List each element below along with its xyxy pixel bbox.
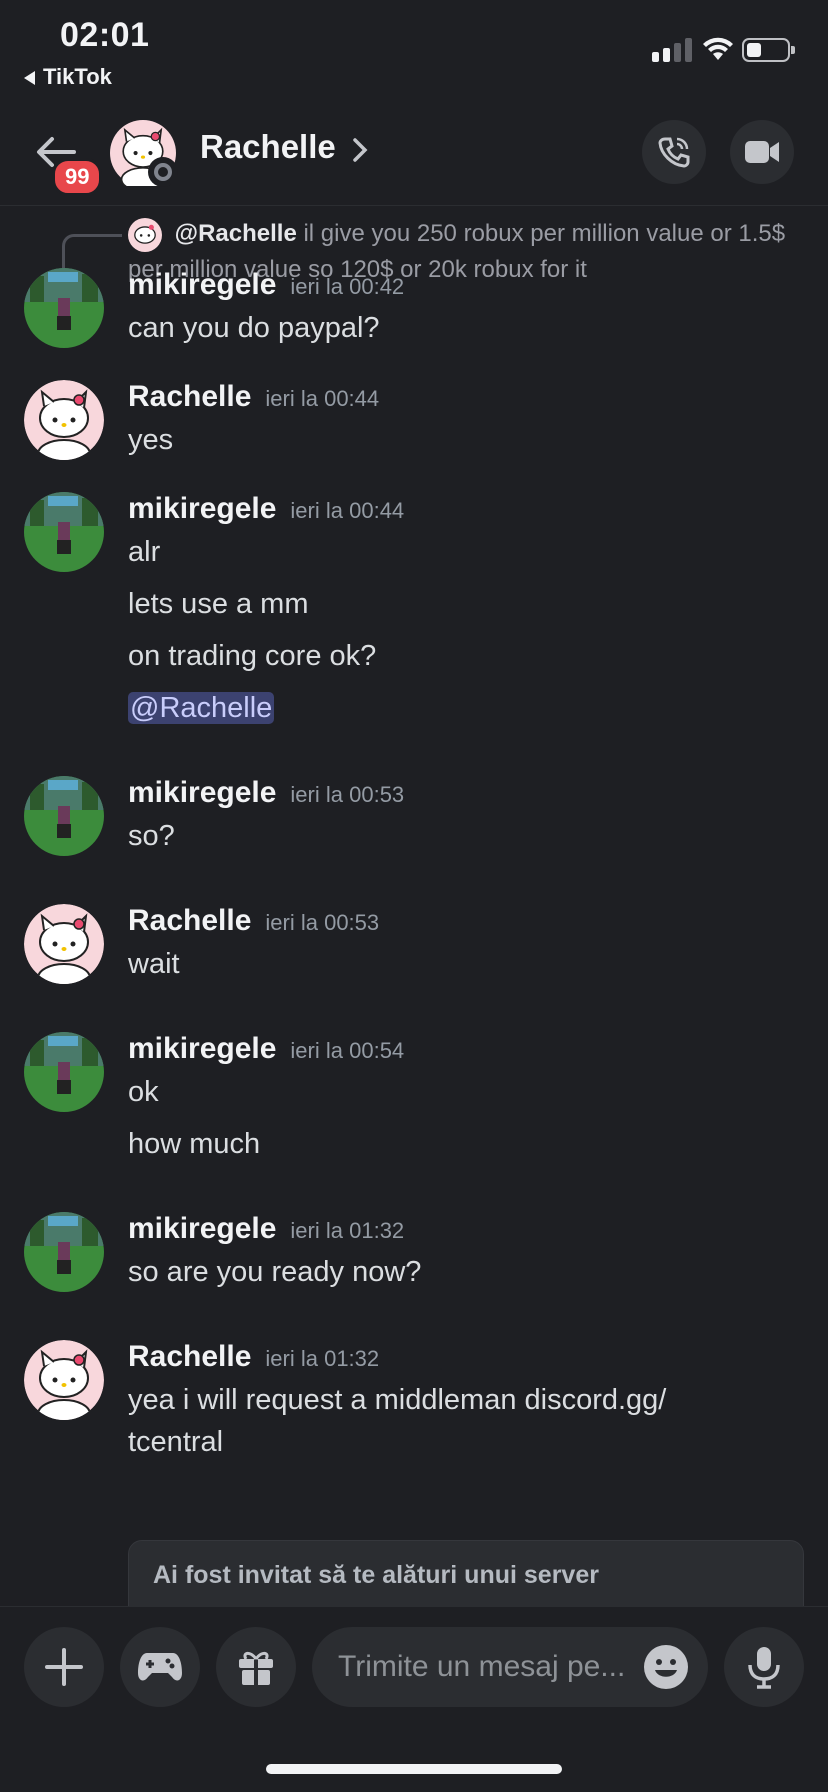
message-text: so are you ready now? <box>128 1256 422 1288</box>
home-indicator[interactable] <box>266 1764 562 1774</box>
offline-status-icon <box>148 157 178 187</box>
author-name[interactable]: mikiregele <box>128 1032 276 1065</box>
back-triangle-icon <box>24 71 35 86</box>
author-name[interactable]: Rachelle <box>128 380 251 413</box>
add-attachment-button[interactable] <box>24 1627 104 1707</box>
message-text: wait <box>128 948 180 980</box>
author-name[interactable]: mikiregele <box>128 492 276 525</box>
hello-kitty-avatar[interactable] <box>24 380 104 460</box>
activities-button[interactable] <box>120 1627 200 1707</box>
roblox-avatar[interactable] <box>24 776 104 856</box>
plus-icon <box>45 1648 83 1686</box>
message-text: yea i will request a middleman discord.g… <box>128 1384 667 1416</box>
message-text: lets use a mm <box>128 588 309 620</box>
status-bar: 02:01 TikTok <box>0 0 828 96</box>
invite-title: Ai fost invitat să te alături unui serve… <box>153 1561 599 1589</box>
timestamp: ieri la 00:53 <box>290 782 405 807</box>
message-text: can you do paypal? <box>128 312 380 344</box>
message-input[interactable] <box>338 1645 638 1689</box>
message-text: so? <box>128 820 175 852</box>
author-name[interactable]: mikiregele <box>128 776 276 809</box>
message-input-container[interactable] <box>312 1627 708 1707</box>
server-invite-card[interactable]: Ai fost invitat să te alături unui serve… <box>128 1540 804 1606</box>
chevron-right-icon[interactable] <box>350 136 370 164</box>
message-text: ok <box>128 1076 159 1108</box>
back-app-label: TikTok <box>43 64 112 89</box>
video-call-button[interactable] <box>730 120 794 184</box>
author-name[interactable]: Rachelle <box>128 1340 251 1373</box>
wifi-icon <box>703 37 733 60</box>
voice-call-button[interactable] <box>642 120 706 184</box>
message-mention-line: @Rachelle <box>128 688 275 728</box>
signal-icon <box>652 38 692 62</box>
author-name[interactable]: mikiregele <box>128 268 276 301</box>
message-text: tcentral <box>128 1426 224 1458</box>
unread-badge: 99 <box>52 158 103 196</box>
timestamp: ieri la 00:42 <box>290 274 405 299</box>
roblox-avatar[interactable] <box>24 1212 104 1292</box>
gamepad-icon <box>138 1653 182 1681</box>
gift-icon <box>239 1651 273 1685</box>
clock: 02:01 <box>60 16 150 54</box>
message-text: how much <box>128 1128 261 1160</box>
message-text: alr <box>128 536 161 568</box>
hello-kitty-avatar[interactable] <box>24 1340 104 1420</box>
timestamp: ieri la 00:53 <box>265 910 380 935</box>
roblox-avatar[interactable] <box>24 1032 104 1112</box>
phone-icon <box>658 137 690 168</box>
hello-kitty-avatar[interactable] <box>24 904 104 984</box>
reply-author[interactable]: @Rachelle <box>175 220 297 247</box>
message-text: yes <box>128 424 174 456</box>
voice-message-button[interactable] <box>724 1627 804 1707</box>
roblox-avatar[interactable] <box>24 268 104 348</box>
author-name[interactable]: Rachelle <box>128 904 251 937</box>
timestamp: ieri la 00:54 <box>290 1038 405 1063</box>
video-camera-icon <box>745 141 779 163</box>
timestamp: ieri la 01:32 <box>265 1346 380 1371</box>
microphone-icon <box>748 1647 780 1689</box>
chat-header: 99 Rachelle <box>0 100 828 206</box>
battery-icon <box>742 38 795 62</box>
roblox-avatar[interactable] <box>24 492 104 572</box>
timestamp: ieri la 01:32 <box>290 1218 405 1243</box>
author-name[interactable]: mikiregele <box>128 1212 276 1245</box>
gift-button[interactable] <box>216 1627 296 1707</box>
reply-avatar-icon <box>128 217 162 252</box>
emoji-icon[interactable] <box>642 1643 690 1691</box>
chat-title[interactable]: Rachelle <box>200 128 336 166</box>
message-text: on trading core ok? <box>128 640 377 672</box>
back-to-app-link[interactable]: TikTok <box>24 64 112 90</box>
timestamp: ieri la 00:44 <box>290 498 405 523</box>
message-list[interactable]: @Rachelle il give you 250 robux per mill… <box>0 206 828 1606</box>
user-mention[interactable]: @Rachelle <box>128 692 275 724</box>
timestamp: ieri la 00:44 <box>265 386 380 411</box>
